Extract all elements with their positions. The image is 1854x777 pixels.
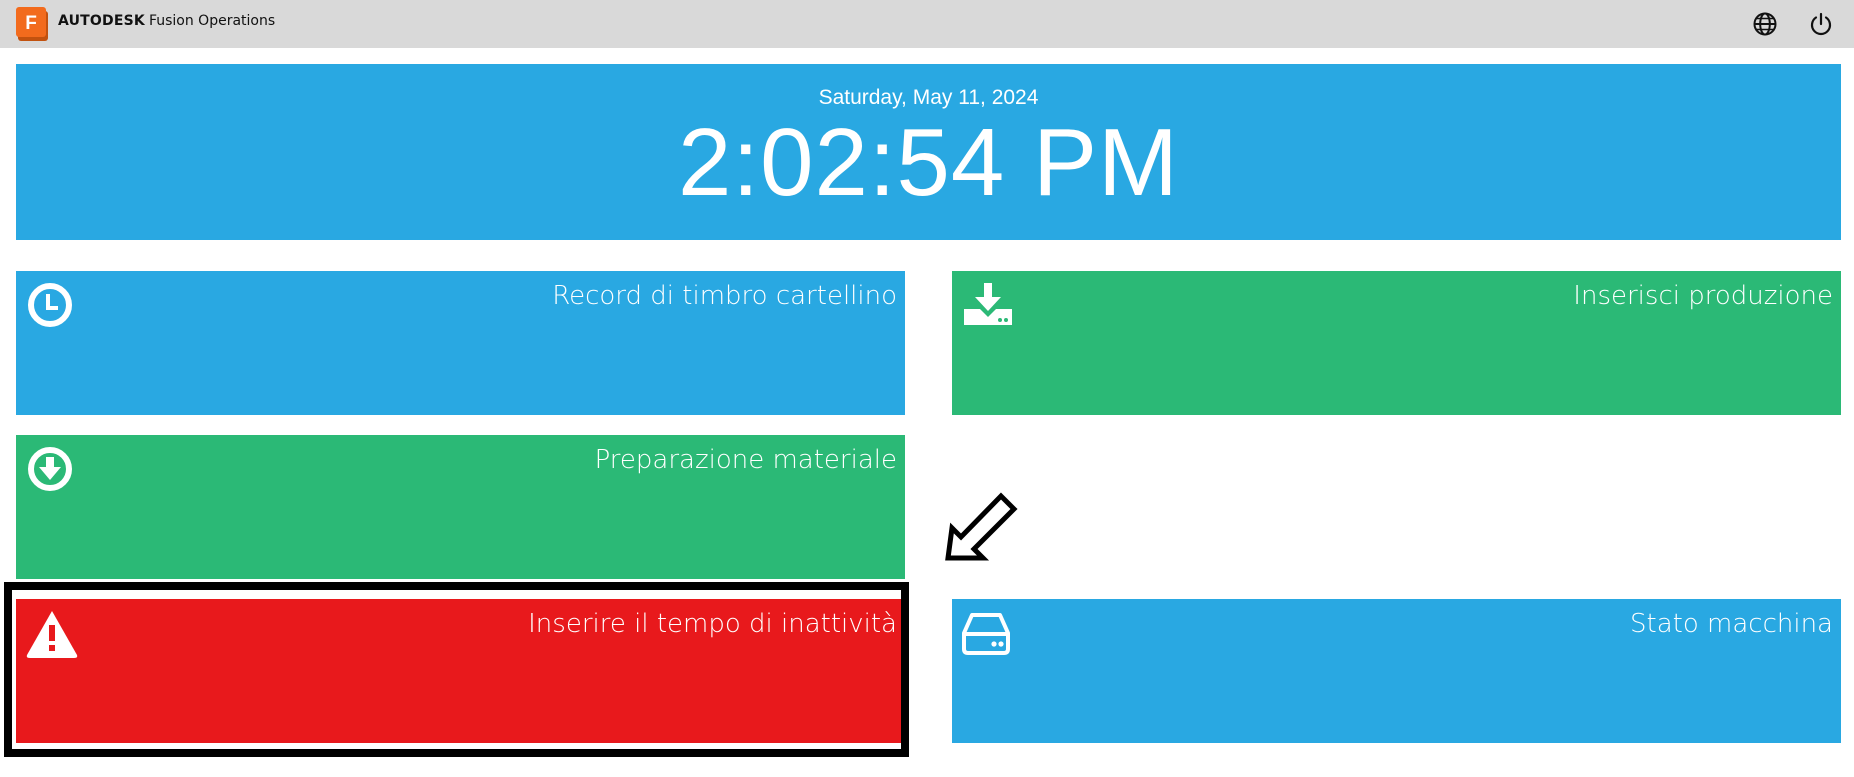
tile-label: Record di timbro cartellino [552,281,897,311]
power-icon[interactable] [1808,11,1834,37]
current-date: Saturday, May 11, 2024 [818,86,1039,109]
tile-enter-production[interactable]: Inserisci produzione [952,271,1841,415]
tile-enter-downtime[interactable]: Inserire il tempo di inattività [16,599,905,743]
tile-label: Stato macchina [1630,609,1833,639]
globe-icon[interactable] [1752,11,1778,37]
brand-product: Fusion Operations [148,13,276,29]
brand-autodesk: AUTODESK [58,13,145,29]
tile-label: Inserire il tempo di inattività [528,609,897,639]
clock-icon [28,283,72,327]
current-time: 2:02:54 PM [678,109,1179,216]
annotation-arrow-icon [945,492,1018,561]
svg-text:F: F [25,13,37,34]
tile-machine-status[interactable]: Stato macchina [952,599,1841,743]
fusion-logo-icon: F [16,7,48,41]
tile-label: Preparazione materiale [594,445,897,475]
hard-drive-icon [962,613,1010,655]
download-tray-icon [964,283,1012,325]
tile-label: Inserisci produzione [1573,281,1833,311]
arrow-down-circle-icon [28,447,72,491]
clock-panel: Saturday, May 11, 2024 2:02:54 PM [16,64,1841,240]
brand-name: AUTODESK Fusion Operations [58,13,275,29]
tile-material-preparation[interactable]: Preparazione materiale [16,435,905,579]
top-bar: F AUTODESK Fusion Operations [0,0,1854,48]
warning-icon [26,611,78,658]
tile-time-clock-record[interactable]: Record di timbro cartellino [16,271,905,415]
